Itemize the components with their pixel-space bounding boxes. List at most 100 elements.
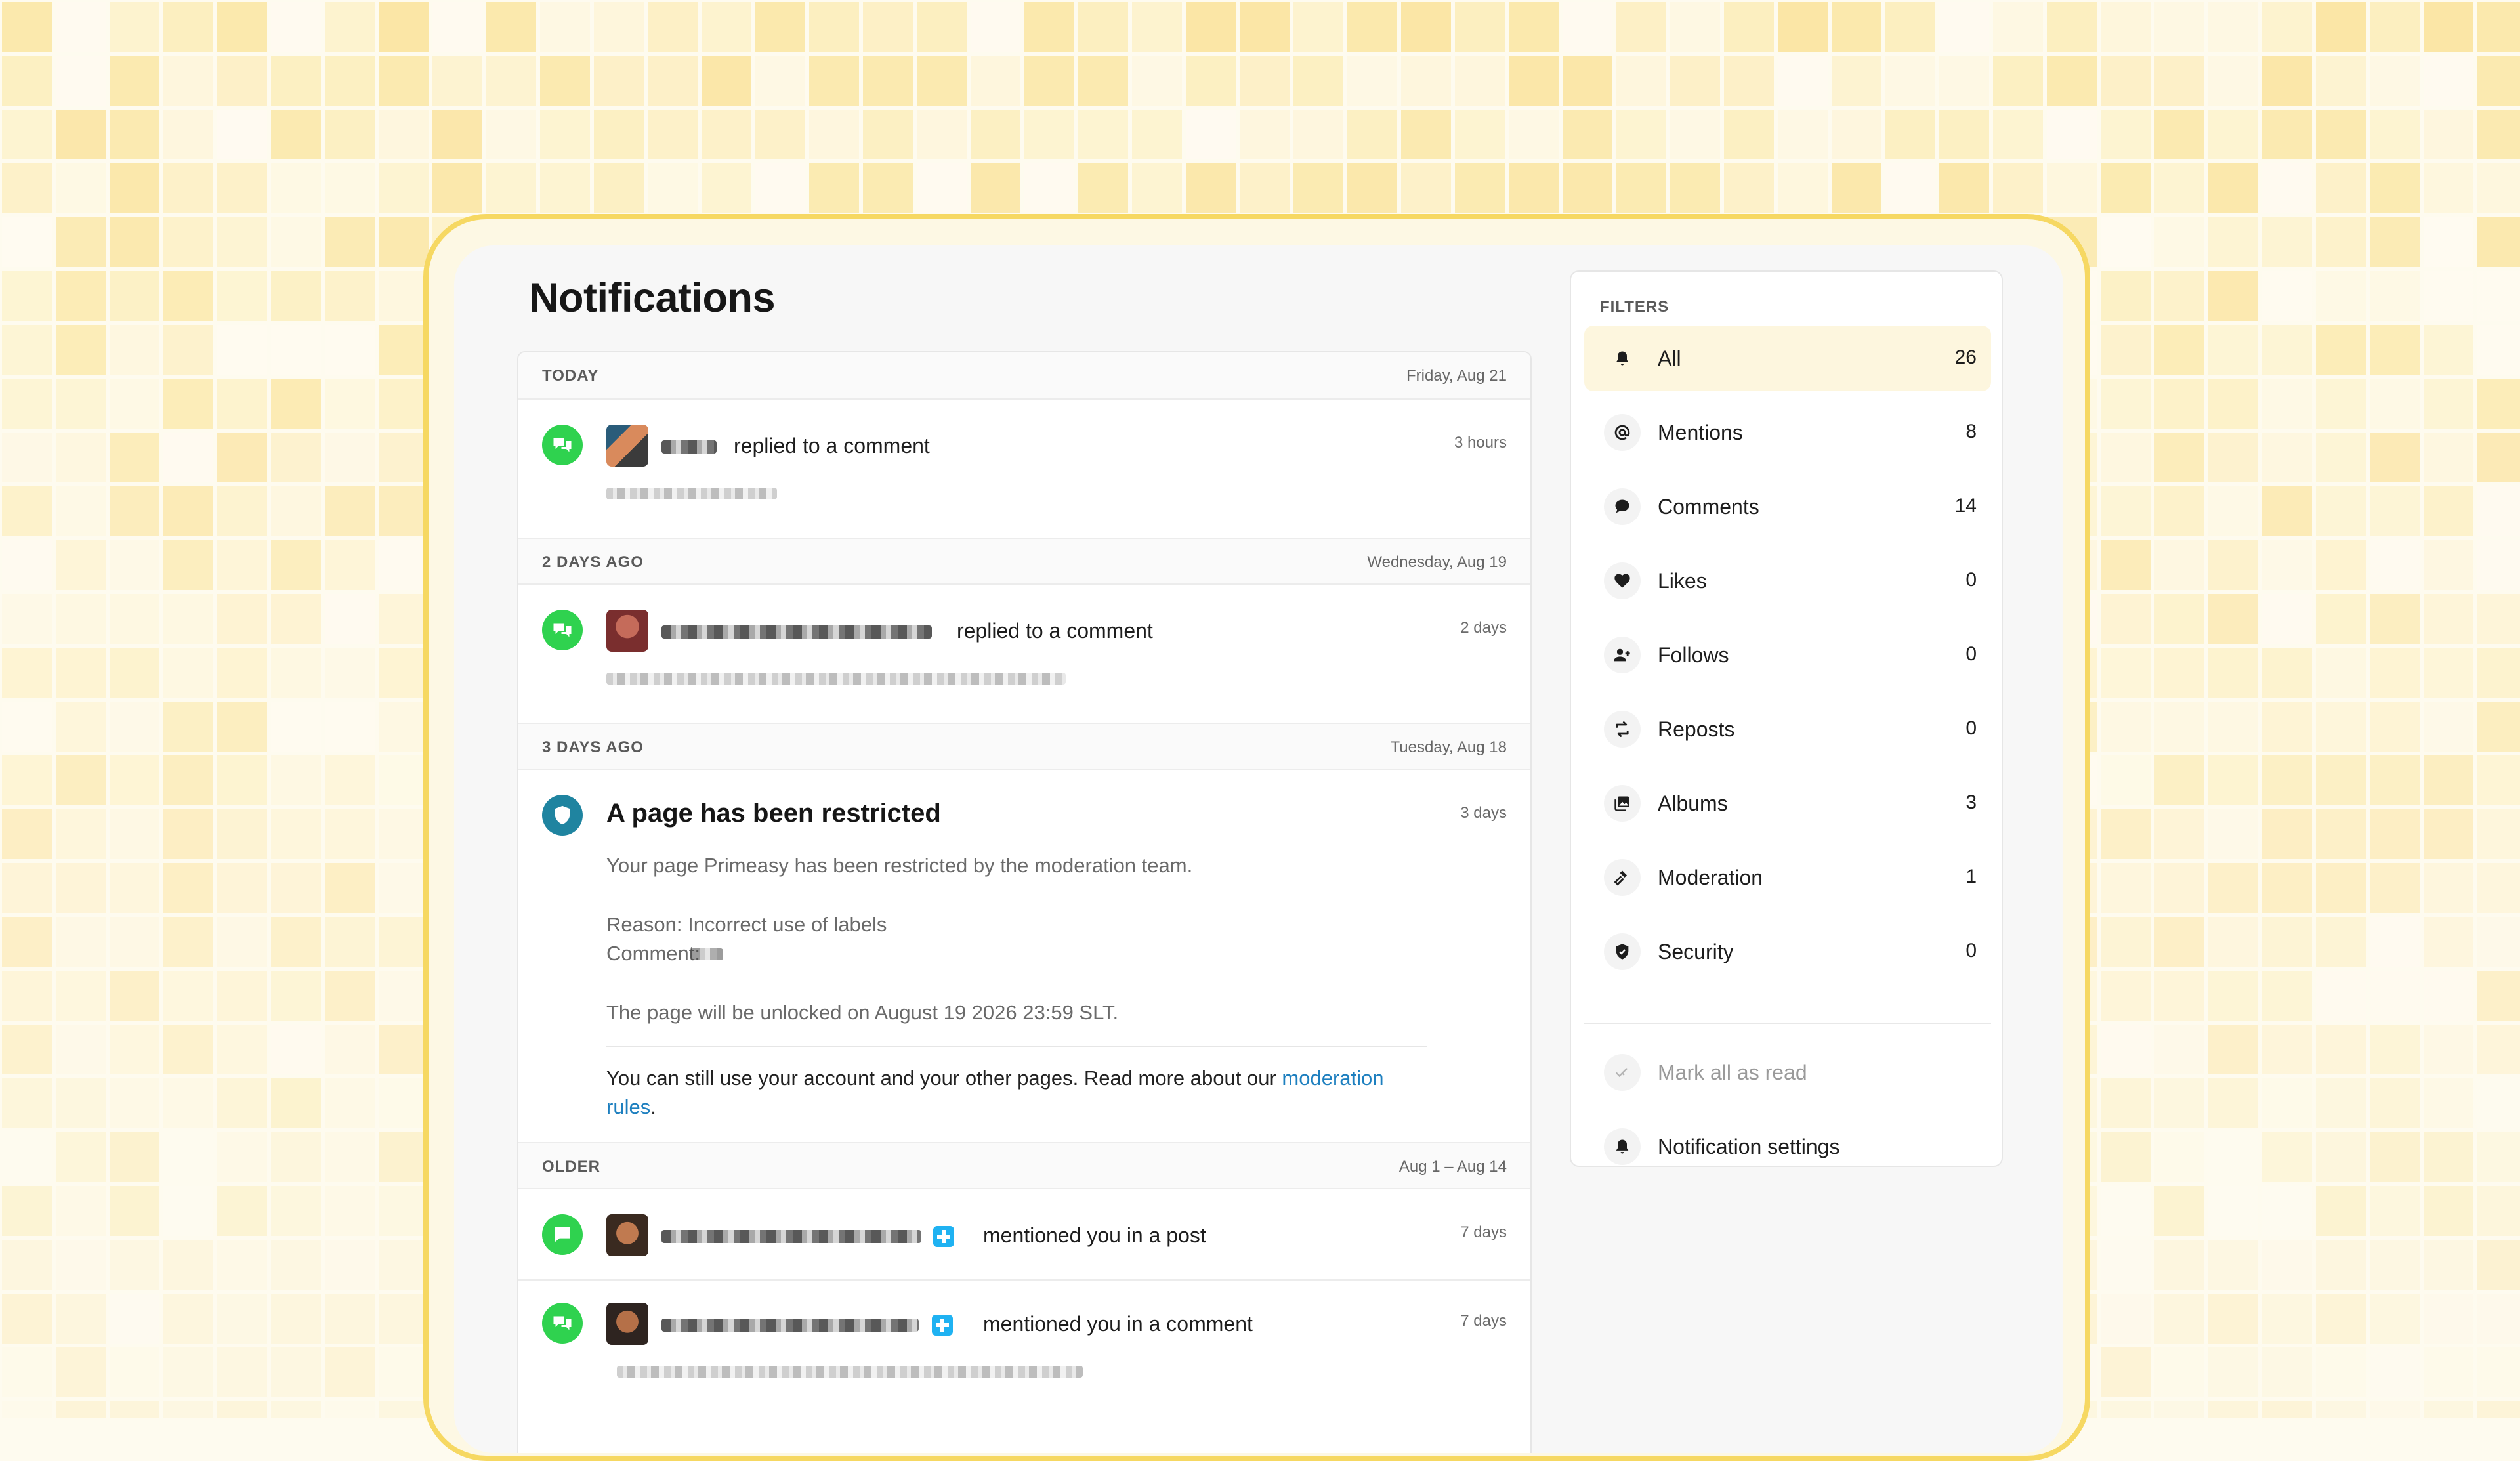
background-tile (56, 648, 106, 698)
filter-label: Follows (1658, 643, 1729, 667)
background-tile (2, 56, 52, 106)
comment-redacted (690, 948, 723, 960)
background-tile (2424, 271, 2473, 321)
background-tile (1024, 2, 1074, 52)
background-tile (1024, 56, 1074, 106)
background-tile (2, 110, 52, 159)
filter-moderation[interactable]: Moderation 1 (1584, 845, 1991, 910)
background-tile (2101, 540, 2151, 590)
background-tile (2424, 379, 2473, 429)
background-tile (1563, 163, 1612, 213)
background-tile (2370, 863, 2420, 913)
background-tile (271, 433, 321, 482)
filter-all[interactable]: All 26 (1584, 326, 1991, 391)
background-tile (1293, 163, 1343, 213)
background-tile (163, 217, 213, 267)
background-tile (1939, 56, 1989, 106)
background-tile (2154, 217, 2204, 267)
filter-follows[interactable]: Follows 0 (1584, 622, 1991, 688)
background-tile (2208, 110, 2258, 159)
username-redacted[interactable] (662, 1230, 921, 1243)
notification-settings-button[interactable]: Notification settings (1584, 1114, 1991, 1179)
background-tile (2370, 917, 2420, 967)
filter-count: 0 (1965, 717, 1977, 739)
background-tile (1885, 110, 1935, 159)
background-tile (217, 433, 267, 482)
background-tile (1293, 2, 1343, 52)
username-redacted[interactable] (662, 440, 717, 454)
background-tile (2208, 863, 2258, 913)
background-tile (379, 1294, 429, 1344)
background-tile (217, 917, 267, 967)
background-tile (2208, 1186, 2258, 1236)
filter-likes[interactable]: Likes 0 (1584, 548, 1991, 614)
background-tile (486, 163, 536, 213)
background-tile (702, 2, 751, 52)
background-tile (2477, 163, 2520, 213)
background-tile (2370, 594, 2420, 644)
filter-comments[interactable]: Comments 14 (1584, 474, 1991, 540)
divider (606, 1046, 1427, 1047)
notification-item-mention-comment[interactable]: mentioned you in a comment 7 days (518, 1281, 1530, 1412)
background-tile (163, 917, 213, 967)
background-tile (1670, 56, 1720, 106)
notification-feed[interactable]: TODAY Friday, Aug 21 replied to a commen… (517, 351, 1532, 1453)
section-date: Friday, Aug 21 (1406, 367, 1507, 385)
background-tile (325, 755, 375, 805)
background-tile (1616, 163, 1666, 213)
background-tile (2424, 1294, 2473, 1344)
section-header-2-days-ago: 2 DAYS AGO Wednesday, Aug 19 (518, 538, 1530, 585)
background-tile (2424, 1078, 2473, 1128)
background-tile (2424, 486, 2473, 536)
background-tile (2154, 110, 2204, 159)
background-tile (2316, 594, 2366, 644)
background-tile (1401, 110, 1451, 159)
notification-item-reply-1[interactable]: replied to a comment 3 hours (518, 400, 1530, 538)
background-tile (594, 163, 644, 213)
notification-item-mention-post[interactable]: mentioned you in a post 7 days (518, 1189, 1530, 1279)
avatar[interactable] (606, 1214, 648, 1256)
background-tile (2208, 56, 2258, 106)
avatar[interactable] (606, 425, 648, 467)
background-tile (110, 809, 159, 859)
background-tile (1455, 2, 1505, 52)
filter-security[interactable]: Security 0 (1584, 919, 1991, 985)
background-tile (755, 110, 805, 159)
background-tile (2316, 217, 2366, 267)
background-tile (2262, 809, 2312, 859)
background-tile (2316, 271, 2366, 321)
background-tile (2047, 56, 2097, 106)
filter-reposts[interactable]: Reposts 0 (1584, 696, 1991, 762)
notification-item-page-restricted[interactable]: A page has been restricted 3 days Your p… (518, 770, 1530, 1142)
background-tile (271, 56, 321, 106)
mark-all-read-button[interactable]: Mark all as read (1584, 1040, 1991, 1105)
username-redacted[interactable] (662, 625, 932, 639)
background-tile (56, 863, 106, 913)
filter-mentions[interactable]: Mentions 8 (1584, 400, 1991, 465)
moderation-rules-link-continued[interactable]: rules (606, 1095, 650, 1118)
avatar[interactable] (606, 610, 648, 652)
background-tile (2101, 1294, 2151, 1344)
background-tile (163, 971, 213, 1021)
background-tile (1401, 56, 1451, 106)
background-tile (1885, 56, 1935, 106)
background-tile (486, 2, 536, 52)
background-tile (1132, 110, 1182, 159)
background-tile (271, 1401, 321, 1418)
avatar[interactable] (606, 1303, 648, 1345)
moderation-note: You can still use your account and your … (606, 1064, 1440, 1122)
background-tile (2208, 486, 2258, 536)
comment-preview-redacted (606, 488, 777, 499)
background-tile (755, 56, 805, 106)
notification-item-reply-2[interactable]: replied to a comment 2 days (518, 585, 1530, 723)
background-tile (2262, 1186, 2312, 1236)
filter-albums[interactable]: Albums 3 (1584, 771, 1991, 836)
background-tile (2154, 1025, 2204, 1074)
background-tile (2208, 217, 2258, 267)
moderation-rules-link[interactable]: moderation (1282, 1067, 1383, 1090)
background-tile (325, 1240, 375, 1290)
background-tile (2208, 1132, 2258, 1182)
background-tile (2370, 1240, 2420, 1290)
username-redacted[interactable] (662, 1319, 919, 1332)
background-tile (2, 702, 52, 752)
